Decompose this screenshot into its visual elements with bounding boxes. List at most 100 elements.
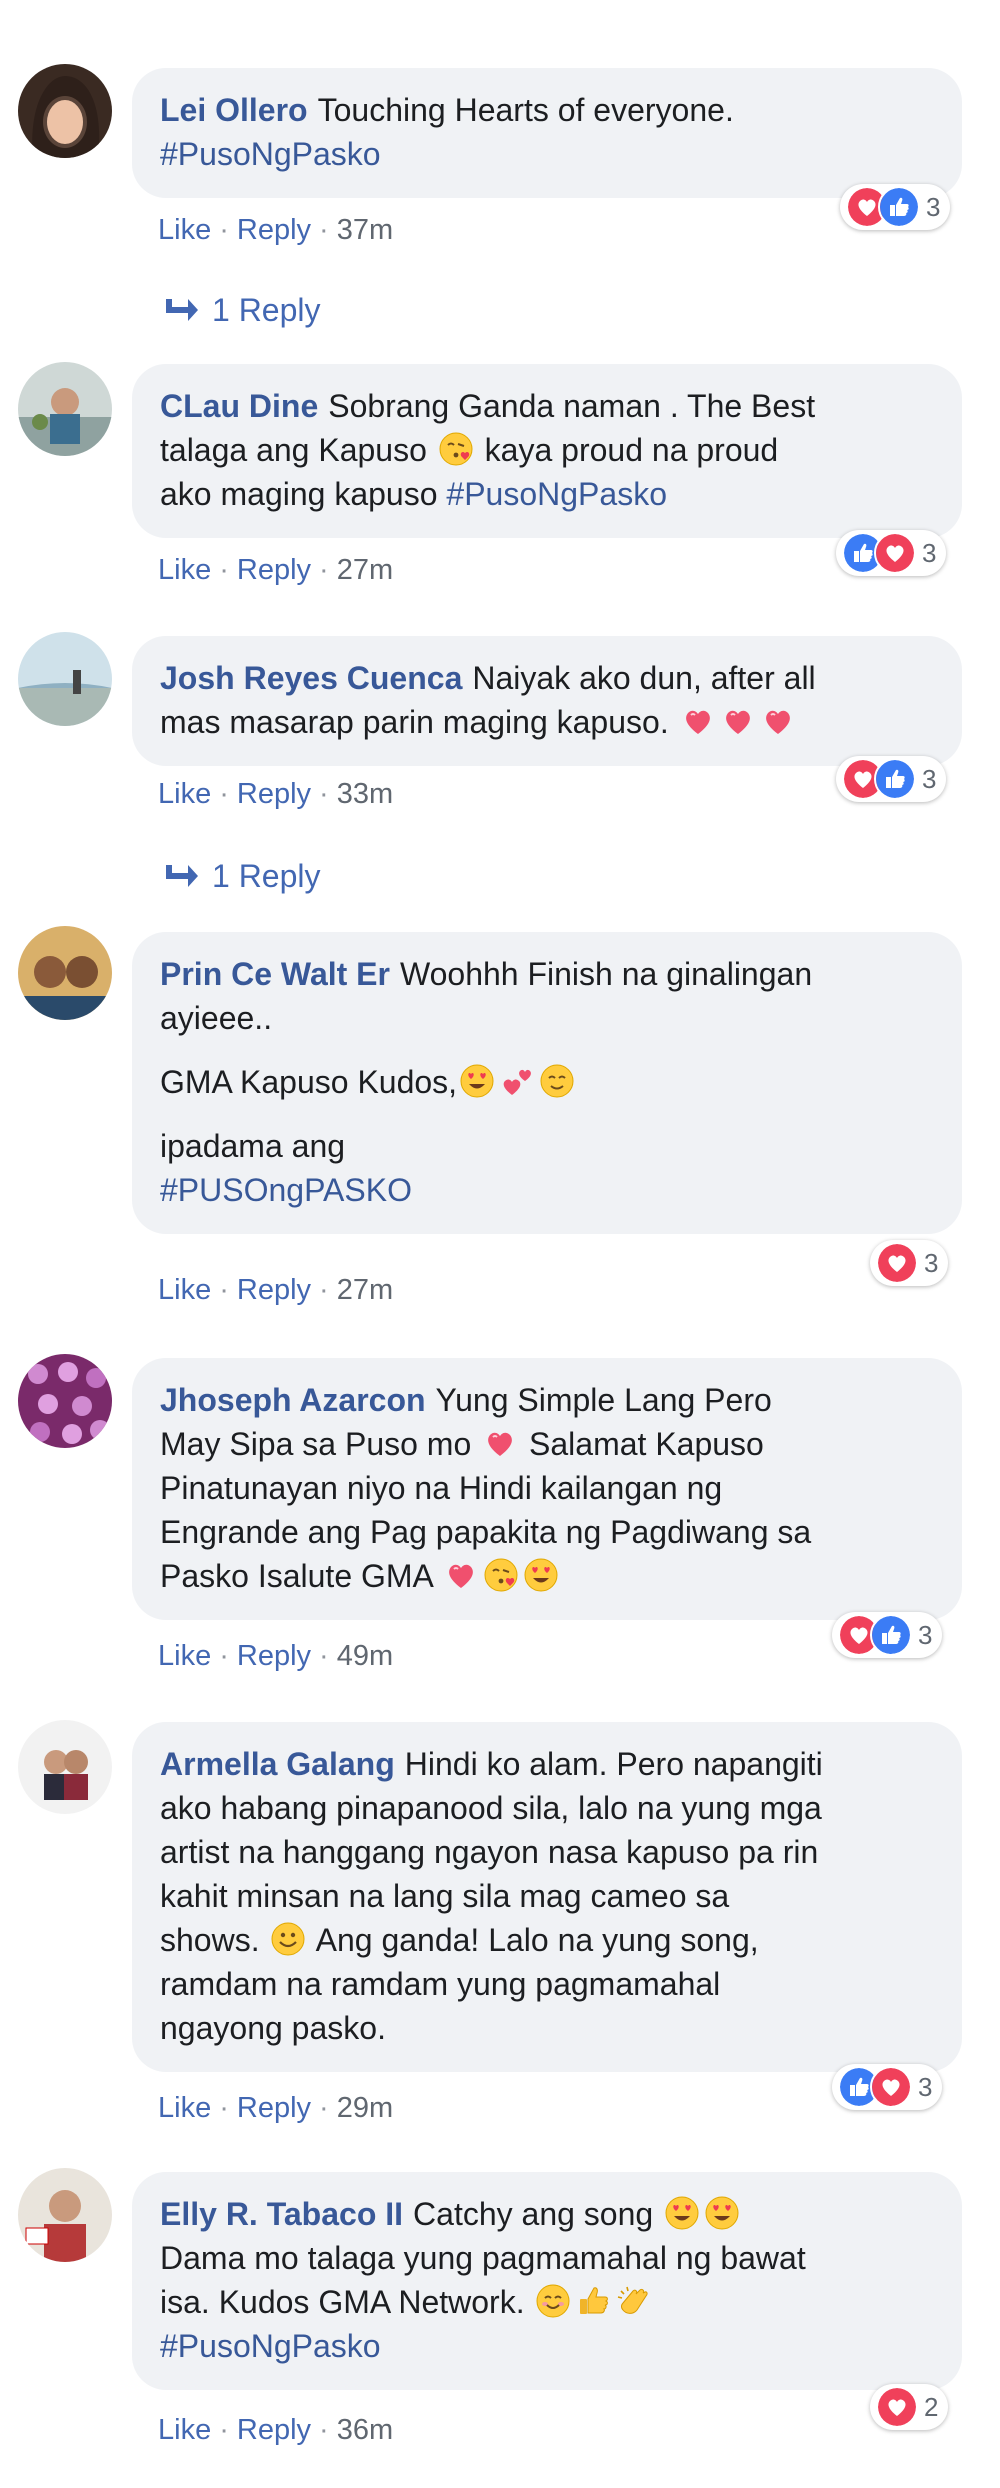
reply-arrow-icon: [162, 863, 200, 889]
reply-link[interactable]: Reply: [237, 554, 311, 586]
replies-count-label: 1 Reply: [212, 858, 321, 894]
avatar[interactable]: [18, 64, 112, 158]
reaction-count: 3: [918, 1619, 933, 1650]
separator: ·: [319, 1640, 329, 1672]
reaction-summary[interactable]: 3: [832, 2064, 943, 2110]
comment-bubble: Jhoseph Azarcon Yung Simple Lang Pero May…: [132, 1358, 962, 1620]
avatar[interactable]: [18, 2168, 112, 2262]
comment-text: Salamat Kapuso: [529, 1426, 764, 1462]
comment-text: ramdam na ramdam yung pagmamahal: [160, 1966, 721, 2002]
comment-text: talaga ang Kapuso: [160, 432, 427, 468]
comment-bubble: Elly R. Tabaco II Catchy ang song Dama mo…: [132, 2172, 962, 2390]
comment-text: ako habang pinapanood sila, lalo na yung…: [160, 1790, 822, 1826]
comment-author[interactable]: Lei Ollero: [160, 92, 308, 128]
view-replies-link[interactable]: 1 Reply: [162, 292, 321, 329]
comment-author[interactable]: Prin Ce Walt Er: [160, 956, 390, 992]
reaction-summary[interactable]: 2: [870, 2384, 949, 2430]
reaction-summary[interactable]: 3: [836, 530, 947, 576]
comment-text: Yung Simple Lang Pero: [435, 1382, 772, 1418]
comment-text: kahit minsan na lang sila mag cameo sa: [160, 1878, 730, 1914]
like-link[interactable]: Like: [158, 554, 211, 586]
comment-author[interactable]: Elly R. Tabaco II: [160, 2196, 403, 2232]
like-link[interactable]: Like: [158, 2414, 211, 2446]
separator: ·: [219, 2414, 229, 2446]
like-link[interactable]: Like: [158, 214, 211, 246]
reaction-summary[interactable]: 3: [836, 756, 947, 802]
smirk-emoji-icon: [539, 1063, 575, 1099]
reply-link[interactable]: Reply: [237, 778, 311, 810]
reaction-summary[interactable]: 3: [870, 1240, 949, 1286]
hashtag-link[interactable]: #PusoNgPasko: [446, 476, 667, 512]
like-reaction-icon: [878, 186, 920, 228]
reply-link[interactable]: Reply: [237, 2414, 311, 2446]
timestamp[interactable]: 37m: [337, 214, 393, 246]
kiss-emoji-icon: [483, 1557, 519, 1593]
comment-text: Engrande ang Pag papakita ng Pagdiwang s…: [160, 1514, 812, 1550]
reply-link[interactable]: Reply: [237, 214, 311, 246]
comment-text: mas masarap parin maging kapuso.: [160, 704, 669, 740]
reaction-summary[interactable]: 3: [840, 184, 951, 230]
separator: ·: [219, 2092, 229, 2124]
comment-text: Woohhh Finish na ginalingan: [399, 956, 813, 992]
separator: ·: [219, 214, 229, 246]
comment-bubble: Lei Ollero Touching Hearts of everyone. #…: [132, 68, 962, 198]
hashtag-link[interactable]: #PUSOngPASKO: [160, 1172, 412, 1208]
comment-actions: Like · Reply · 49m: [158, 1640, 393, 1673]
comment-text: ipadama ang: [160, 1128, 346, 1164]
comment-actions: Like · Reply · 33m: [158, 778, 393, 811]
comment-actions: Like · Reply · 36m: [158, 2414, 393, 2447]
reply-link[interactable]: Reply: [237, 1640, 311, 1672]
two-hearts-emoji-icon: [499, 1063, 535, 1099]
hashtag-link[interactable]: #PusoNgPasko: [160, 136, 381, 172]
like-link[interactable]: Like: [158, 2092, 211, 2124]
heart-emoji-icon: [482, 1425, 518, 1461]
timestamp[interactable]: 27m: [337, 554, 393, 586]
love-reaction-icon: [876, 1242, 918, 1284]
comment-bubble: Armella Galang Hindi ko alam. Pero napang…: [132, 1722, 962, 2072]
kiss-emoji-icon: [438, 431, 474, 467]
separator: ·: [319, 554, 329, 586]
smile-emoji-icon: [270, 1921, 306, 1957]
reaction-count: 2: [924, 2391, 939, 2422]
blush-emoji-icon: [535, 2283, 571, 2319]
avatar[interactable]: [18, 1720, 112, 1814]
separator: ·: [219, 554, 229, 586]
view-replies-link[interactable]: 1 Reply: [162, 858, 321, 895]
comment-text: Sobrang Ganda naman . The Best: [328, 388, 816, 424]
timestamp[interactable]: 33m: [337, 778, 393, 810]
comment-text: GMA Kapuso Kudos,: [160, 1064, 458, 1100]
avatar[interactable]: [18, 632, 112, 726]
like-link[interactable]: Like: [158, 1640, 211, 1672]
comment-text: Catchy ang song: [413, 2196, 654, 2232]
reply-link[interactable]: Reply: [237, 1274, 311, 1306]
avatar[interactable]: [18, 926, 112, 1020]
separator: ·: [319, 2092, 329, 2124]
comment-text: Hindi ko alam. Pero napangiti: [404, 1746, 823, 1782]
reply-link[interactable]: Reply: [237, 2092, 311, 2124]
timestamp[interactable]: 29m: [337, 2092, 393, 2124]
comment-text: kaya proud na proud: [484, 432, 779, 468]
heart-emoji-icon: [680, 703, 716, 739]
heart-eyes-emoji-icon: [664, 2195, 700, 2231]
reaction-count: 3: [924, 1247, 939, 1278]
timestamp[interactable]: 49m: [337, 1640, 393, 1672]
comment-text: Touching Hearts of everyone.: [317, 92, 734, 128]
timestamp[interactable]: 27m: [337, 1274, 393, 1306]
comment-author[interactable]: CLau Dine: [160, 388, 318, 424]
reaction-summary[interactable]: 3: [832, 1612, 943, 1658]
like-link[interactable]: Like: [158, 778, 211, 810]
love-reaction-icon: [870, 2066, 912, 2108]
avatar[interactable]: [18, 362, 112, 456]
timestamp[interactable]: 36m: [337, 2414, 393, 2446]
heart-emoji-icon: [760, 703, 796, 739]
comment-author[interactable]: Armella Galang: [160, 1746, 395, 1782]
comment-author[interactable]: Josh Reyes Cuenca: [160, 660, 462, 696]
like-link[interactable]: Like: [158, 1274, 211, 1306]
comment-actions: Like · Reply · 37m: [158, 214, 393, 247]
replies-count-label: 1 Reply: [212, 292, 321, 328]
comment-author[interactable]: Jhoseph Azarcon: [160, 1382, 426, 1418]
reaction-count: 3: [926, 191, 941, 222]
hashtag-link[interactable]: #PusoNgPasko: [160, 2328, 381, 2364]
avatar[interactable]: [18, 1354, 112, 1448]
heart-eyes-emoji-icon: [704, 2195, 740, 2231]
